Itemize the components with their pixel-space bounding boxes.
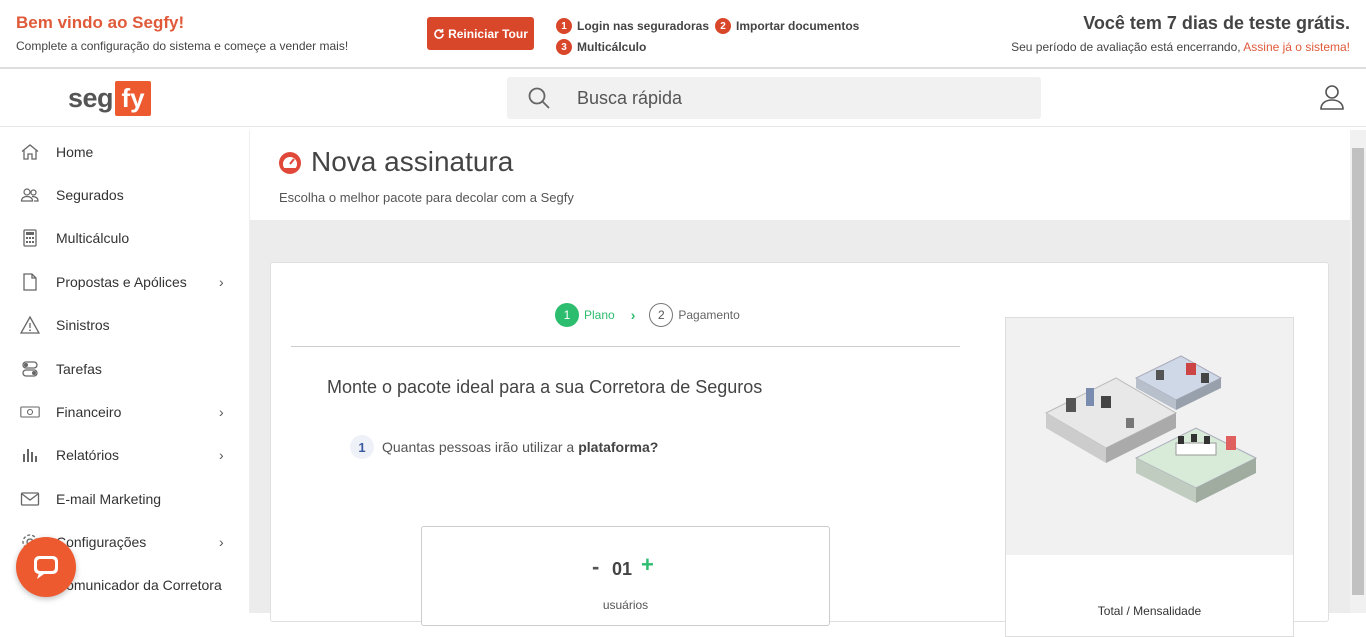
page-header: Nova assinatura Escolha o melhor pacote … (250, 130, 1350, 220)
checkout-stepper: 1 Plano › 2 Pagamento (555, 303, 740, 327)
trial-subtitle-text: Seu período de avaliação está encerrando… (1011, 40, 1244, 54)
step-pagamento-label[interactable]: Pagamento (678, 308, 739, 322)
sidebar-item-label: Home (56, 144, 94, 160)
chevron-right-icon: › (219, 447, 224, 463)
trial-title: Você tem 7 dias de teste grátis. (1083, 13, 1350, 33)
question-text: Quantas pessoas irão utilizar a (382, 439, 575, 455)
document-icon (20, 272, 40, 292)
sidebar-item-financeiro[interactable]: Financeiro › (0, 392, 250, 432)
scrollbar-thumb[interactable] (1352, 148, 1364, 595)
calculator-icon (20, 228, 40, 248)
chat-widget-button[interactable] (16, 537, 76, 597)
users-icon (20, 185, 40, 205)
restart-tour-label: Reiniciar Tour (448, 26, 528, 41)
sidebar-item-label: Sinistros (56, 317, 110, 333)
step-pagamento-number: 2 (649, 303, 674, 327)
plan-heading: Monte o pacote ideal para a sua Corretor… (327, 377, 763, 397)
decrement-button[interactable]: - (592, 554, 599, 580)
onboarding-banner: Bem vindo ao Segfy! Complete a configura… (0, 0, 1366, 69)
welcome-title: Bem vindo ao Segfy! (16, 13, 185, 32)
sidebar-item-label: Comunicador da Corretora (56, 577, 222, 593)
increment-button[interactable]: + (641, 552, 654, 578)
onboarding-step-multicalc[interactable]: 3 Multicálculo (556, 39, 646, 55)
sidebar-item-label: Segurados (56, 187, 124, 203)
sidebar-item-sinistros[interactable]: Sinistros (0, 305, 250, 345)
sidebar-item-home[interactable]: Home (0, 132, 250, 172)
mail-icon (20, 489, 40, 509)
step-plano-label[interactable]: Plano (584, 308, 615, 322)
bar-chart-icon (20, 445, 40, 465)
divider (291, 346, 960, 347)
users-unit-label: usuários (602, 598, 649, 612)
users-count-value: 01 (612, 559, 633, 579)
step-label: Login nas seguradoras (577, 19, 710, 33)
step-label: Multicálculo (577, 40, 647, 54)
chevron-right-icon: › (219, 404, 224, 420)
app-header: seg fy (0, 69, 1366, 127)
step-number: 1 (556, 18, 572, 34)
home-icon (20, 142, 40, 162)
sidebar-item-relatorios[interactable]: Relatórios › (0, 435, 250, 475)
sidebar-item-label: Relatórios (56, 447, 120, 463)
question-number: 1 (350, 435, 374, 459)
subscription-card: 1 Plano › 2 Pagamento Monte o pacote ide… (270, 262, 1329, 637)
trial-subtitle: Seu período de avaliação está encerrando… (1011, 40, 1350, 54)
question-bold: plataforma? (578, 439, 659, 455)
speedometer-icon (279, 152, 301, 174)
sidebar-item-label: E-mail Marketing (56, 491, 162, 507)
sidebar-item-multicalculo[interactable]: Multicálculo (0, 218, 250, 258)
onboarding-step-import[interactable]: 2 Importar documentos (715, 18, 859, 34)
subscribe-link[interactable]: Assine já o sistema! (1243, 40, 1350, 54)
sidebar-item-propostas[interactable]: Propostas e Apólices › (0, 262, 250, 302)
total-monthly-label: Total / Mensalidade (1097, 604, 1202, 618)
chevron-right-icon: › (630, 307, 636, 323)
plan-summary-panel: Total / Mensalidade (1005, 317, 1294, 637)
office-illustration (1006, 318, 1293, 555)
vertical-scrollbar[interactable] (1350, 130, 1366, 613)
user-icon[interactable] (1318, 83, 1346, 111)
welcome-subtitle: Complete a configuração do sistema e com… (16, 39, 349, 53)
sidebar-item-label: Propostas e Apólices (56, 274, 187, 290)
logo-fy-text: fy (115, 81, 152, 116)
page-subtitle: Escolha o melhor pacote para decolar com… (279, 190, 574, 205)
search-icon (528, 87, 550, 109)
question-users: 1 Quantas pessoas irão utilizar a plataf… (350, 435, 658, 459)
toggles-icon (20, 359, 40, 379)
logo-seg-text: seg (68, 83, 114, 113)
quick-search (507, 77, 1041, 119)
money-icon (20, 402, 40, 422)
chevron-right-icon: › (219, 274, 224, 290)
refresh-icon (434, 28, 444, 39)
onboarding-step-login[interactable]: 1 Login nas seguradoras (556, 18, 709, 34)
step-label: Importar documentos (736, 19, 860, 33)
step-plano-number: 1 (555, 303, 579, 327)
sidebar-item-label: Financeiro (56, 404, 122, 420)
warning-icon (20, 315, 40, 335)
chevron-right-icon: › (219, 534, 224, 550)
step-number: 3 (556, 39, 572, 55)
page-title: Nova assinatura (311, 146, 514, 177)
sidebar-item-label: Multicálculo (56, 230, 130, 246)
restart-tour-button[interactable]: Reiniciar Tour (427, 17, 534, 50)
sidebar-item-segurados[interactable]: Segurados (0, 175, 250, 215)
users-counter: - 01 + usuários (421, 526, 830, 626)
chat-bubble-icon (34, 556, 58, 579)
sidebar-item-label: Tarefas (56, 361, 102, 377)
sidebar-item-email-marketing[interactable]: E-mail Marketing (0, 479, 250, 519)
main-content: Nova assinatura Escolha o melhor pacote … (250, 130, 1350, 637)
segfy-logo[interactable]: seg fy (68, 81, 152, 116)
step-number: 2 (715, 18, 731, 34)
sidebar-item-tarefas[interactable]: Tarefas (0, 349, 250, 389)
search-input[interactable] (577, 77, 1027, 119)
